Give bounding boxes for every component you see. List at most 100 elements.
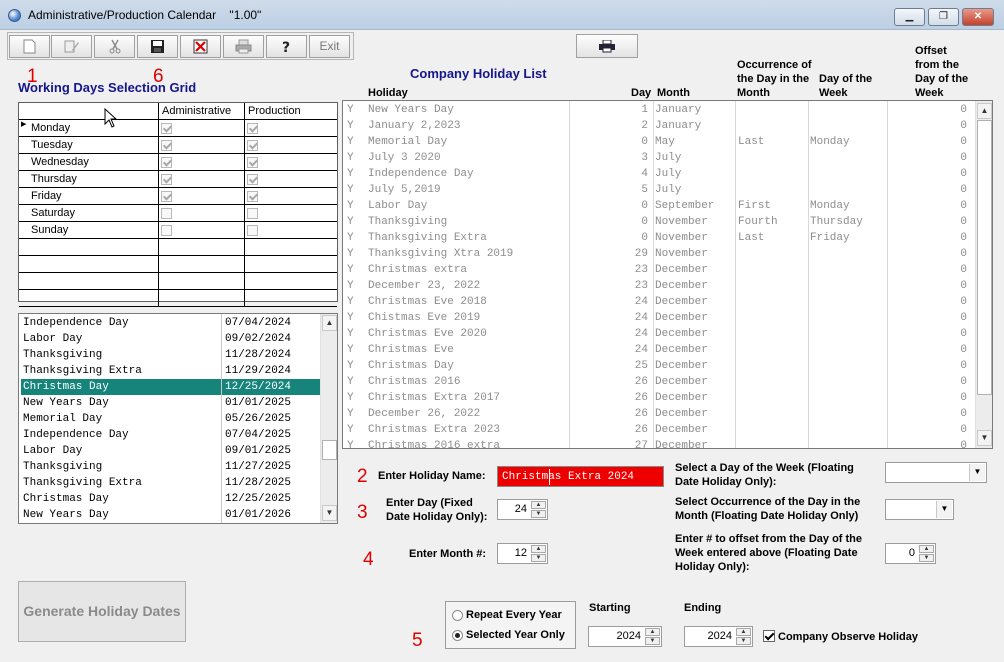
table-row[interactable]: Y December 23, 2022 23 December 0 <box>343 278 975 294</box>
grid-row[interactable]: Tuesday <box>19 137 337 154</box>
spin-down-arrow[interactable]: ▼ <box>531 510 546 518</box>
grid-row[interactable]: Wednesday <box>19 154 337 171</box>
table-row[interactable]: Y Christmas 2016 26 December 0 <box>343 374 975 390</box>
spin-down-arrow[interactable]: ▼ <box>531 554 546 562</box>
production-checkbox[interactable] <box>247 208 258 219</box>
table-row[interactable]: Y December 26, 2022 26 December 0 <box>343 406 975 422</box>
grid-row[interactable] <box>19 256 337 273</box>
save-button[interactable] <box>137 35 178 58</box>
production-checkbox[interactable] <box>247 157 258 168</box>
print-button[interactable] <box>576 34 638 58</box>
list-item[interactable]: Christmas Day 12/25/2025 <box>21 491 320 507</box>
grid-row[interactable]: Thursday <box>19 171 337 188</box>
list-item[interactable]: Independence Day 07/04/2025 <box>21 427 320 443</box>
offset-spinner[interactable]: 0 ▲ ▼ <box>885 543 936 564</box>
scroll-up-arrow[interactable]: ▲ <box>977 103 992 119</box>
list-item[interactable]: Thanksgiving 11/28/2024 <box>21 347 320 363</box>
list-item[interactable]: New Years Day 01/01/2025 <box>21 395 320 411</box>
table-row[interactable]: Y Christmas extra 23 December 0 <box>343 262 975 278</box>
grid-row[interactable] <box>19 290 337 307</box>
maximize-button[interactable]: ❐ <box>928 8 959 26</box>
minimize-button[interactable]: ▁ <box>894 8 925 26</box>
table-row[interactable]: Y July 5,2019 5 July 0 <box>343 182 975 198</box>
cut-button[interactable] <box>94 35 135 58</box>
list-item[interactable]: Independence Day 07/04/2024 <box>21 315 320 331</box>
generated-dates-list[interactable]: New Years Day 01/01/2026 Christmas Day 12/2… <box>18 313 338 524</box>
table-row[interactable]: Y July 3 2020 3 July 0 <box>343 150 975 166</box>
table-row[interactable]: Y Christmas 2016 extra 27 December 0 <box>343 438 975 448</box>
starting-year-spinner[interactable]: 2024 ▲ ▼ <box>588 626 662 647</box>
spin-up-arrow[interactable]: ▲ <box>919 545 934 553</box>
exit-button[interactable]: Exit <box>309 35 350 58</box>
ending-year-spinner[interactable]: 2024 ▲ ▼ <box>684 626 753 647</box>
generate-holiday-dates-button[interactable]: Generate Holiday Dates <box>18 581 186 642</box>
list-item[interactable]: Labor Day 09/02/2024 <box>21 331 320 347</box>
holiday-name-input[interactable]: Christmas Extra 2024 <box>497 466 664 487</box>
repeat-every-year-radio[interactable] <box>452 610 463 621</box>
spin-down-arrow[interactable]: ▼ <box>736 637 751 645</box>
list-item[interactable]: Thanksgiving Extra 11/29/2024 <box>21 363 320 379</box>
list-item[interactable]: Labor Day 09/01/2025 <box>21 443 320 459</box>
administrative-checkbox[interactable] <box>161 174 172 185</box>
new-button[interactable] <box>9 35 50 58</box>
table-row[interactable]: Y Thanksgiving Xtra 2019 29 November 0 <box>343 246 975 262</box>
grid-row[interactable] <box>19 273 337 290</box>
administrative-checkbox[interactable] <box>161 208 172 219</box>
table-row[interactable]: Y Christmas Eve 2020 24 December 0 <box>343 326 975 342</box>
close-button[interactable]: ✕ <box>962 8 994 26</box>
day-spinner[interactable]: 24 ▲ ▼ <box>497 499 548 520</box>
table-row[interactable]: Y Christmas Extra 2017 26 December 0 <box>343 390 975 406</box>
chevron-down-icon[interactable]: ▼ <box>936 501 952 518</box>
list-item[interactable]: Thanksgiving 11/27/2025 <box>21 459 320 475</box>
spin-up-arrow[interactable]: ▲ <box>736 628 751 636</box>
list-item[interactable]: Thanksgiving Extra 11/28/2025 <box>21 475 320 491</box>
day-of-week-select[interactable]: ▼ <box>885 462 987 483</box>
table-row[interactable]: Y Thanksgiving Extra 0 November Last Friday 0 <box>343 230 975 246</box>
grid-row[interactable] <box>19 239 337 256</box>
spin-down-arrow[interactable]: ▼ <box>919 554 934 562</box>
table-row[interactable]: Y Christmas Eve 2018 24 December 0 <box>343 294 975 310</box>
administrative-checkbox[interactable] <box>161 123 172 134</box>
holiday-list-scrollbar[interactable]: ▲ ▼ <box>975 101 992 448</box>
production-checkbox[interactable] <box>247 140 258 151</box>
company-observe-holiday-checkbox[interactable] <box>763 630 775 642</box>
table-row[interactable]: Y Chistmas Eve 2019 24 December 0 <box>343 310 975 326</box>
grid-row[interactable]: ▶ Monday <box>19 120 337 137</box>
production-checkbox[interactable] <box>247 174 258 185</box>
holiday-list-table[interactable]: Y Christmas 2016 extra 27 December 0 Y Christm… <box>342 100 993 449</box>
list-item[interactable]: Christmas Day 12/25/2024 <box>21 379 320 395</box>
spin-down-arrow[interactable]: ▼ <box>645 637 660 645</box>
grid-row[interactable]: Sunday <box>19 222 337 239</box>
production-checkbox[interactable] <box>247 191 258 202</box>
dates-list-scrollbar[interactable]: ▲ ▼ <box>320 314 337 523</box>
production-checkbox[interactable] <box>247 123 258 134</box>
delete-button[interactable] <box>180 35 221 58</box>
administrative-checkbox[interactable] <box>161 225 172 236</box>
administrative-checkbox[interactable] <box>161 191 172 202</box>
selected-year-only-radio[interactable] <box>452 630 463 641</box>
spin-up-arrow[interactable]: ▲ <box>531 501 546 509</box>
edit-button[interactable] <box>51 35 92 58</box>
scroll-down-arrow[interactable]: ▼ <box>322 505 337 521</box>
scroll-up-arrow[interactable]: ▲ <box>322 315 337 331</box>
table-row[interactable]: Y January 2,2023 2 January 0 <box>343 118 975 134</box>
grid-row[interactable]: Saturday <box>19 205 337 222</box>
table-row[interactable]: Y New Years Day 1 January 0 <box>343 102 975 118</box>
scroll-thumb[interactable] <box>977 120 992 395</box>
scroll-thumb[interactable] <box>322 440 337 460</box>
administrative-checkbox[interactable] <box>161 140 172 151</box>
help-button[interactable]: ? <box>266 35 307 58</box>
scroll-down-arrow[interactable]: ▼ <box>977 430 992 446</box>
production-checkbox[interactable] <box>247 225 258 236</box>
print-disabled-button[interactable] <box>223 35 264 58</box>
table-row[interactable]: Y Christmas Day 25 December 0 <box>343 358 975 374</box>
table-row[interactable]: Y Thanksgiving 0 November Fourth Thursday 0 <box>343 214 975 230</box>
list-item[interactable]: Memorial Day 05/26/2025 <box>21 411 320 427</box>
table-row[interactable]: Y Memorial Day 0 May Last Monday 0 <box>343 134 975 150</box>
administrative-checkbox[interactable] <box>161 157 172 168</box>
spin-up-arrow[interactable]: ▲ <box>531 545 546 553</box>
list-item[interactable]: New Years Day 01/01/2026 <box>21 507 320 523</box>
occurrence-select[interactable]: ▼ <box>885 499 954 520</box>
chevron-down-icon[interactable]: ▼ <box>969 464 985 481</box>
table-row[interactable]: Y Labor Day 0 September First Monday 0 <box>343 198 975 214</box>
